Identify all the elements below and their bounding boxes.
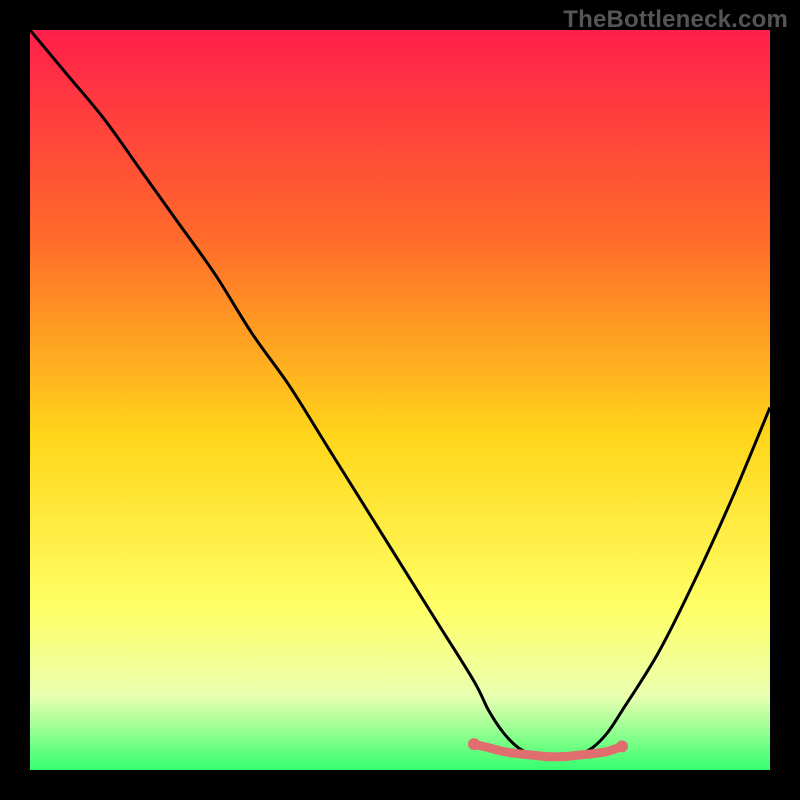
bottleneck-chart bbox=[30, 30, 770, 770]
heat-gradient-background bbox=[30, 30, 770, 770]
chart-frame bbox=[30, 30, 770, 770]
highlight-end-dot bbox=[468, 738, 480, 750]
watermark-text: TheBottleneck.com bbox=[563, 6, 788, 34]
highlight-end-dot bbox=[616, 740, 628, 752]
